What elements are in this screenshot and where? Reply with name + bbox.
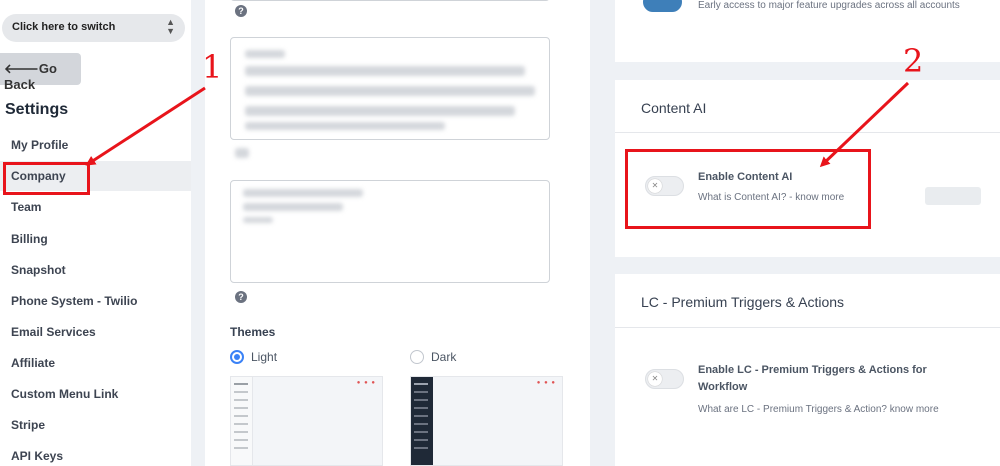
annotation-arrows xyxy=(85,81,910,168)
annotation-arrow-1 xyxy=(85,86,206,166)
annotation-arrow-2 xyxy=(819,81,910,168)
